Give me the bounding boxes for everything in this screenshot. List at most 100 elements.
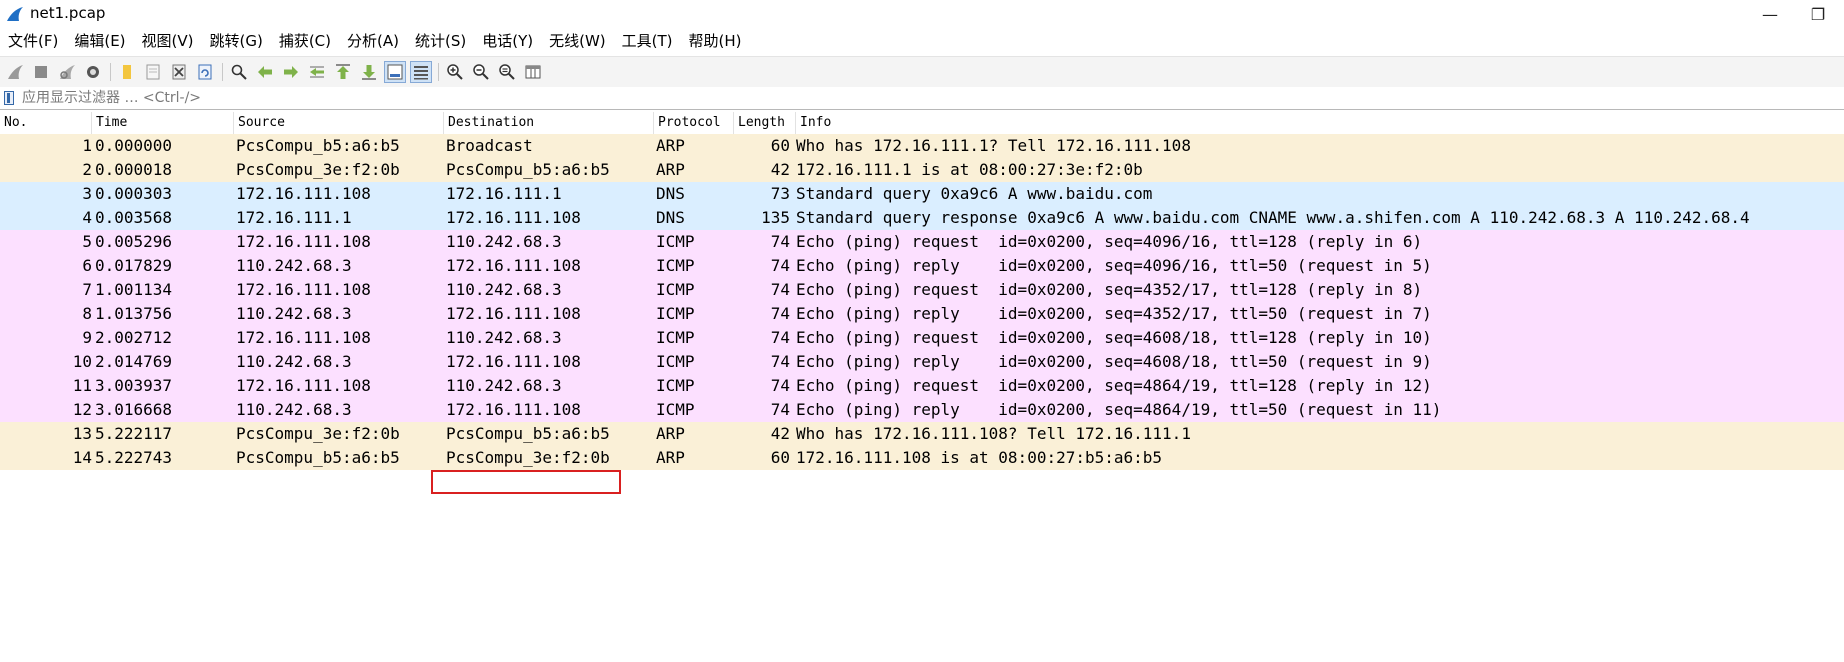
column-header-source[interactable]: Source	[234, 112, 444, 134]
go-first-icon[interactable]	[332, 61, 354, 83]
packet-source: 172.16.111.108	[236, 328, 371, 347]
packet-row[interactable]: 14 5.222743 PcsCompu_b5:a6:b5 PcsCompu_3…	[0, 446, 1844, 470]
packet-time: 3.003937	[95, 376, 173, 395]
packet-time: 0.017829	[95, 256, 173, 275]
go-back-arrow-icon[interactable]	[254, 61, 276, 83]
packet-source: 172.16.111.108	[236, 184, 371, 203]
zoom-out-icon[interactable]	[470, 61, 492, 83]
packet-no: 9	[82, 328, 92, 347]
packet-list-header: No. Time Source Destination Protocol Len…	[0, 112, 1844, 135]
packet-protocol: ARP	[656, 448, 685, 467]
column-header-length[interactable]: Length	[734, 112, 796, 134]
packet-row[interactable]: 8 1.013756 110.242.68.3 172.16.111.108 I…	[0, 302, 1844, 326]
packet-destination: 110.242.68.3	[446, 328, 562, 347]
packet-row[interactable]: 12 3.016668 110.242.68.3 172.16.111.108 …	[0, 398, 1844, 422]
restore-button[interactable]: ❐	[1796, 2, 1840, 26]
resize-columns-icon[interactable]	[522, 61, 544, 83]
autoscroll-icon[interactable]	[384, 61, 406, 83]
menu-edit[interactable]: 编辑(E)	[66, 28, 133, 54]
packet-no: 4	[82, 208, 92, 227]
packet-destination: Broadcast	[446, 136, 533, 155]
zoom-normal-icon[interactable]	[496, 61, 518, 83]
restore-icon: ❐	[1810, 4, 1826, 24]
go-to-packet-icon[interactable]	[306, 61, 328, 83]
packet-no: 8	[82, 304, 92, 323]
packet-row[interactable]: 9 2.002712 172.16.111.108 110.242.68.3 I…	[0, 326, 1844, 350]
open-folder-icon[interactable]	[116, 61, 138, 83]
packet-destination: 172.16.111.108	[446, 208, 581, 227]
packet-destination: 172.16.111.108	[446, 256, 581, 275]
packet-info: Echo (ping) reply id=0x0200, seq=4864/19…	[796, 400, 1442, 419]
packet-length: 74	[770, 232, 790, 251]
packet-time: 2.002712	[95, 328, 173, 347]
packet-length: 74	[770, 400, 790, 419]
packet-protocol: ICMP	[656, 376, 695, 395]
packet-info: Echo (ping) request id=0x0200, seq=4864/…	[796, 376, 1432, 395]
menu-file[interactable]: 文件(F)	[0, 28, 66, 54]
menu-capture[interactable]: 捕获(C)	[271, 28, 339, 54]
packet-time: 3.016668	[95, 400, 173, 419]
colorize-icon[interactable]	[410, 61, 432, 83]
stop-square-icon[interactable]	[30, 61, 52, 83]
shark-fin-start-icon[interactable]	[4, 61, 26, 83]
close-file-icon[interactable]	[168, 61, 190, 83]
reload-icon[interactable]	[194, 61, 216, 83]
filter-bookmark-icon[interactable]	[4, 91, 14, 105]
packet-row[interactable]: 1 0.000000 PcsCompu_b5:a6:b5 Broadcast A…	[0, 134, 1844, 158]
zoom-in-icon[interactable]	[444, 61, 466, 83]
menu-analyze[interactable]: 分析(A)	[339, 28, 407, 54]
window-title: net1.pcap	[30, 4, 106, 22]
minimize-button[interactable]: —	[1748, 2, 1792, 26]
packet-info: Echo (ping) reply id=0x0200, seq=4608/18…	[796, 352, 1432, 371]
packet-row[interactable]: 3 0.000303 172.16.111.108 172.16.111.1 D…	[0, 182, 1844, 206]
packet-protocol: ICMP	[656, 400, 695, 419]
packet-row[interactable]: 4 0.003568 172.16.111.1 172.16.111.108 D…	[0, 206, 1844, 446]
column-header-destination[interactable]: Destination	[444, 112, 654, 134]
packet-source: PcsCompu_b5:a6:b5	[236, 136, 400, 155]
packet-source: 172.16.111.108	[236, 232, 371, 251]
packet-no: 2	[82, 160, 92, 179]
packet-no: 1	[82, 136, 92, 155]
column-header-time[interactable]: Time	[92, 112, 234, 134]
column-header-protocol[interactable]: Protocol	[654, 112, 734, 134]
menu-tools[interactable]: 工具(T)	[614, 28, 681, 54]
packet-source: 172.16.111.108	[236, 376, 371, 395]
packet-protocol: ICMP	[656, 280, 695, 299]
packet-destination: 172.16.111.108	[446, 400, 581, 419]
find-magnifier-icon[interactable]	[228, 61, 250, 83]
packet-destination: 110.242.68.3	[446, 232, 562, 251]
packet-length: 74	[770, 304, 790, 323]
menu-view[interactable]: 视图(V)	[134, 28, 202, 54]
packet-source: PcsCompu_b5:a6:b5	[236, 448, 400, 467]
menu-help[interactable]: 帮助(H)	[681, 28, 750, 54]
packet-row[interactable]: 11 3.003937 172.16.111.108 110.242.68.3 …	[0, 374, 1844, 398]
packet-row[interactable]: 5 0.005296 172.16.111.108 110.242.68.3 I…	[0, 230, 1844, 254]
column-header-no[interactable]: No.	[0, 112, 92, 134]
menu-go[interactable]: 跳转(G)	[202, 28, 271, 54]
menu-statistics[interactable]: 统计(S)	[407, 28, 474, 54]
packet-source: PcsCompu_3e:f2:0b	[236, 424, 400, 443]
restart-fin-icon[interactable]	[56, 61, 78, 83]
packet-time: 0.000018	[95, 160, 173, 179]
title-bar: net1.pcap — ❐	[0, 0, 1844, 28]
packet-time: 1.001134	[95, 280, 173, 299]
go-forward-arrow-icon[interactable]	[280, 61, 302, 83]
packet-row[interactable]: 10 2.014769 110.242.68.3 172.16.111.108 …	[0, 350, 1844, 374]
packet-row[interactable]: 2 0.000018 PcsCompu_3e:f2:0b PcsCompu_b5…	[0, 158, 1844, 182]
menu-telephony[interactable]: 电话(Y)	[474, 28, 541, 54]
column-header-info[interactable]: Info	[796, 112, 1844, 134]
packet-time: 0.003568	[95, 208, 173, 227]
packet-protocol: ICMP	[656, 304, 695, 323]
packet-row[interactable]: 13 5.222117 PcsCompu_3e:f2:0b PcsCompu_b…	[0, 422, 1844, 446]
options-gear-icon[interactable]	[82, 61, 104, 83]
display-filter-input[interactable]	[22, 88, 1832, 107]
menu-bar: 文件(F) 编辑(E) 视图(V) 跳转(G) 捕获(C) 分析(A) 统计(S…	[0, 28, 1844, 54]
packet-info: Echo (ping) request id=0x0200, seq=4096/…	[796, 232, 1423, 251]
menu-wireless[interactable]: 无线(W)	[541, 28, 614, 54]
go-last-icon[interactable]	[358, 61, 380, 83]
open-file-icon[interactable]	[142, 61, 164, 83]
packet-row[interactable]: 7 1.001134 172.16.111.108 110.242.68.3 I…	[0, 278, 1844, 302]
packet-row[interactable]: 6 0.017829 110.242.68.3 172.16.111.108 I…	[0, 254, 1844, 494]
packet-info: Who has 172.16.111.108? Tell 172.16.111.…	[796, 424, 1191, 443]
packet-protocol: ARP	[656, 136, 685, 155]
